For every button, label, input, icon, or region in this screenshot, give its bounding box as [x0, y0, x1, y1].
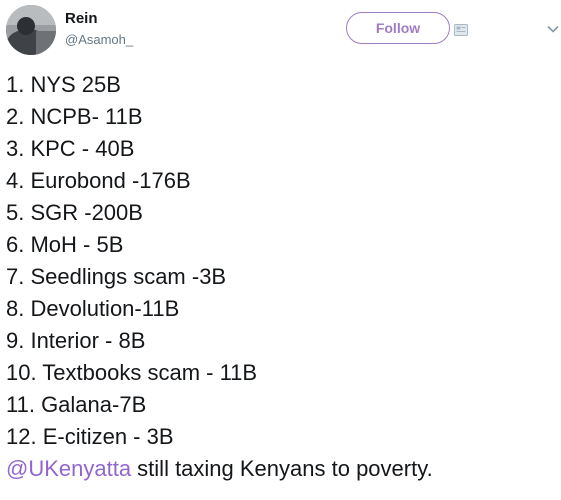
tweet-line: 7. Seedlings scam -3B: [6, 264, 227, 289]
tweet-line: 12. E-citizen - 3B: [6, 424, 174, 449]
follow-button[interactable]: Follow: [346, 12, 450, 44]
tweet-line: 3. KPC - 40B: [6, 136, 135, 161]
tweet-line: 11. Galana-7B: [6, 392, 147, 417]
closing-text: still taxing Kenyans to poverty.: [131, 456, 433, 481]
tweet-line: 4. Eurobond -176B: [6, 168, 191, 193]
avatar[interactable]: [6, 5, 56, 55]
tweet-line: 6. MoH - 5B: [6, 232, 124, 257]
chevron-down-icon[interactable]: [547, 24, 559, 34]
tweet-line: 8. Devolution-11B: [6, 296, 180, 321]
display-name[interactable]: Rein: [65, 10, 98, 28]
tweet-line: 5. SGR -200B: [6, 200, 143, 225]
tweet-closing-line: @UKenyatta still taxing Kenyans to pover…: [6, 453, 556, 485]
tweet-line: 10. Textbooks scam - 11B: [6, 360, 258, 385]
tweet-line: 1. NYS 25B: [6, 72, 121, 97]
tweet-line: 2. NCPB- 11B: [6, 104, 143, 129]
user-handle[interactable]: @Asamoh_: [65, 32, 133, 48]
tweet-line: 9. Interior - 8B: [6, 328, 146, 353]
tweet-header: Rein @Asamoh_ Follow: [0, 0, 561, 64]
mention-link[interactable]: @UKenyatta: [6, 456, 131, 481]
profile-photo-icon: [6, 5, 56, 55]
card-icon: [454, 24, 468, 36]
tweet-text: 1. NYS 25B 2. NCPB- 11B 3. KPC - 40B 4. …: [6, 69, 556, 485]
